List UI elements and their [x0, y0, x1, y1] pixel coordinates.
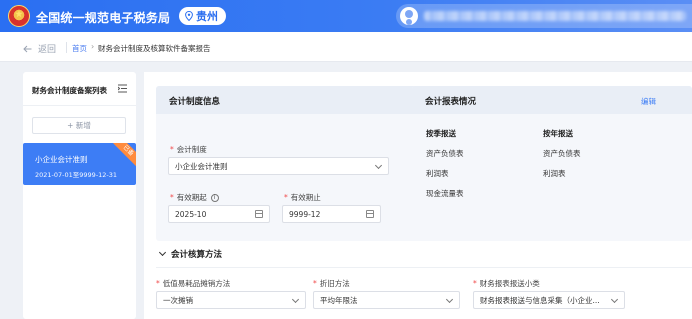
valid-from-date-input[interactable]: 2025-10	[168, 205, 270, 223]
depreciation-method-select[interactable]: 平均年限法	[313, 291, 460, 309]
amortization-method-value: 一次摊销	[163, 295, 193, 305]
calendar-icon	[255, 210, 263, 218]
app-title: 全国统一规范电子税务局	[36, 11, 171, 25]
filing-list-item[interactable]: 小企业会计准则 2021-07-01至9999-12-31 已备	[23, 143, 136, 185]
required-mark: *	[170, 193, 174, 202]
required-mark: *	[473, 279, 477, 288]
valid-from-label-text: 有效期起	[176, 193, 207, 202]
info-circle-icon[interactable]	[210, 193, 219, 202]
amortization-method-label-text: 低值易耗品摊销方法	[162, 279, 231, 288]
accounting-system-select[interactable]: 小企业会计准则	[168, 157, 389, 175]
accounting-system-title: 会计制度信息	[169, 97, 221, 107]
list-menu-icon[interactable]	[118, 84, 127, 93]
edit-link[interactable]: 编辑	[641, 96, 656, 107]
breadcrumb-current: 财务会计制度及核算软件备案报告	[98, 44, 211, 53]
accounting-methods-title: 会计核算方法	[171, 250, 223, 260]
report-subclass-select[interactable]: 财务报表报送与信息采集（小企业...	[473, 291, 625, 309]
accounting-methods-toggle[interactable]: 会计核算方法	[158, 248, 223, 260]
valid-from-value: 2025-10	[175, 209, 207, 219]
report-subclass-label-text: 财务报表报送小类	[479, 279, 540, 288]
user-menu[interactable]	[396, 4, 692, 28]
annual-report-item: 利润表	[543, 169, 566, 178]
quarterly-header: 按季报送	[426, 129, 456, 138]
filing-item-date: 2021-07-01至9999-12-31	[35, 171, 118, 179]
valid-to-label-text: 有效期止	[290, 193, 321, 202]
add-filing-button[interactable]: + 新增	[32, 117, 126, 134]
location-pin-icon	[185, 11, 193, 21]
filing-item-name: 小企业会计准则	[35, 155, 88, 164]
required-mark: *	[156, 279, 160, 288]
required-mark: *	[170, 145, 174, 154]
panel-divider	[23, 105, 136, 106]
chevron-down-icon	[291, 295, 300, 304]
required-mark: *	[313, 279, 317, 288]
valid-to-label: * 有效期止	[284, 192, 321, 203]
chevron-down-icon	[445, 295, 454, 304]
filing-list-title: 财务会计制度备案列表	[32, 86, 107, 95]
section-divider	[156, 267, 692, 268]
annual-report-item: 资产负债表	[543, 149, 581, 158]
depreciation-method-value: 平均年限法	[320, 295, 358, 305]
report-subclass-value: 财务报表报送与信息采集（小企业...	[480, 295, 600, 305]
amortization-method-select[interactable]: 一次摊销	[156, 291, 306, 309]
valid-from-label: * 有效期起	[170, 192, 219, 203]
region-label: 贵州	[196, 10, 218, 23]
valid-to-date-input[interactable]: 9999-12	[282, 205, 381, 223]
breadcrumb-home-link[interactable]: 首页	[72, 43, 87, 54]
user-name-blurred	[424, 11, 686, 21]
breadcrumb-separator: ›	[91, 42, 95, 51]
region-selector[interactable]: 贵州	[179, 7, 226, 25]
accounting-system-label-text: 会计制度	[176, 145, 207, 154]
report-situation-header: 会计报表情况 编辑	[412, 86, 692, 114]
status-badge: 已备	[110, 143, 136, 169]
quarterly-report-item: 现金流量表	[426, 189, 464, 198]
breadcrumb-divider	[66, 42, 67, 53]
accounting-system-value: 小企业会计准则	[175, 161, 228, 171]
quarterly-report-item: 资产负债表	[426, 149, 464, 158]
depreciation-method-label: * 折旧方法	[313, 278, 350, 289]
back-label: 返回	[38, 45, 57, 55]
valid-to-value: 9999-12	[289, 209, 321, 219]
top-header: 全国统一规范电子税务局 贵州	[0, 0, 692, 32]
annual-header: 按年报送	[543, 129, 573, 138]
back-arrow-icon	[23, 45, 32, 52]
national-emblem-icon	[8, 5, 30, 27]
calendar-icon	[366, 210, 374, 218]
report-situation-card: 会计报表情况 编辑 按季报送 资产负债表 利润表 现金流量表 按年报送 资产负债…	[412, 86, 692, 241]
depreciation-method-label-text: 折旧方法	[319, 279, 350, 288]
avatar-icon	[400, 7, 418, 25]
report-situation-title: 会计报表情况	[425, 97, 477, 107]
breadcrumb-bar: 返回 首页 › 财务会计制度及核算软件备案报告	[0, 32, 692, 62]
required-mark: *	[284, 193, 288, 202]
accounting-system-label: * 会计制度	[170, 144, 207, 155]
back-button[interactable]: 返回	[23, 42, 56, 55]
chevron-down-icon	[374, 161, 383, 170]
quarterly-report-item: 利润表	[426, 169, 449, 178]
chevron-down-icon	[610, 295, 619, 304]
main-content: 会计制度信息 * 会计制度 小企业会计准则 * 有效期起 2025-10 * 有…	[144, 72, 692, 319]
amortization-method-label: * 低值易耗品摊销方法	[156, 278, 230, 289]
chevron-down-icon	[158, 248, 167, 257]
report-subclass-label: * 财务报表报送小类	[473, 278, 540, 289]
filing-list-panel: 财务会计制度备案列表 + 新增 小企业会计准则 2021-07-01至9999-…	[23, 72, 136, 319]
